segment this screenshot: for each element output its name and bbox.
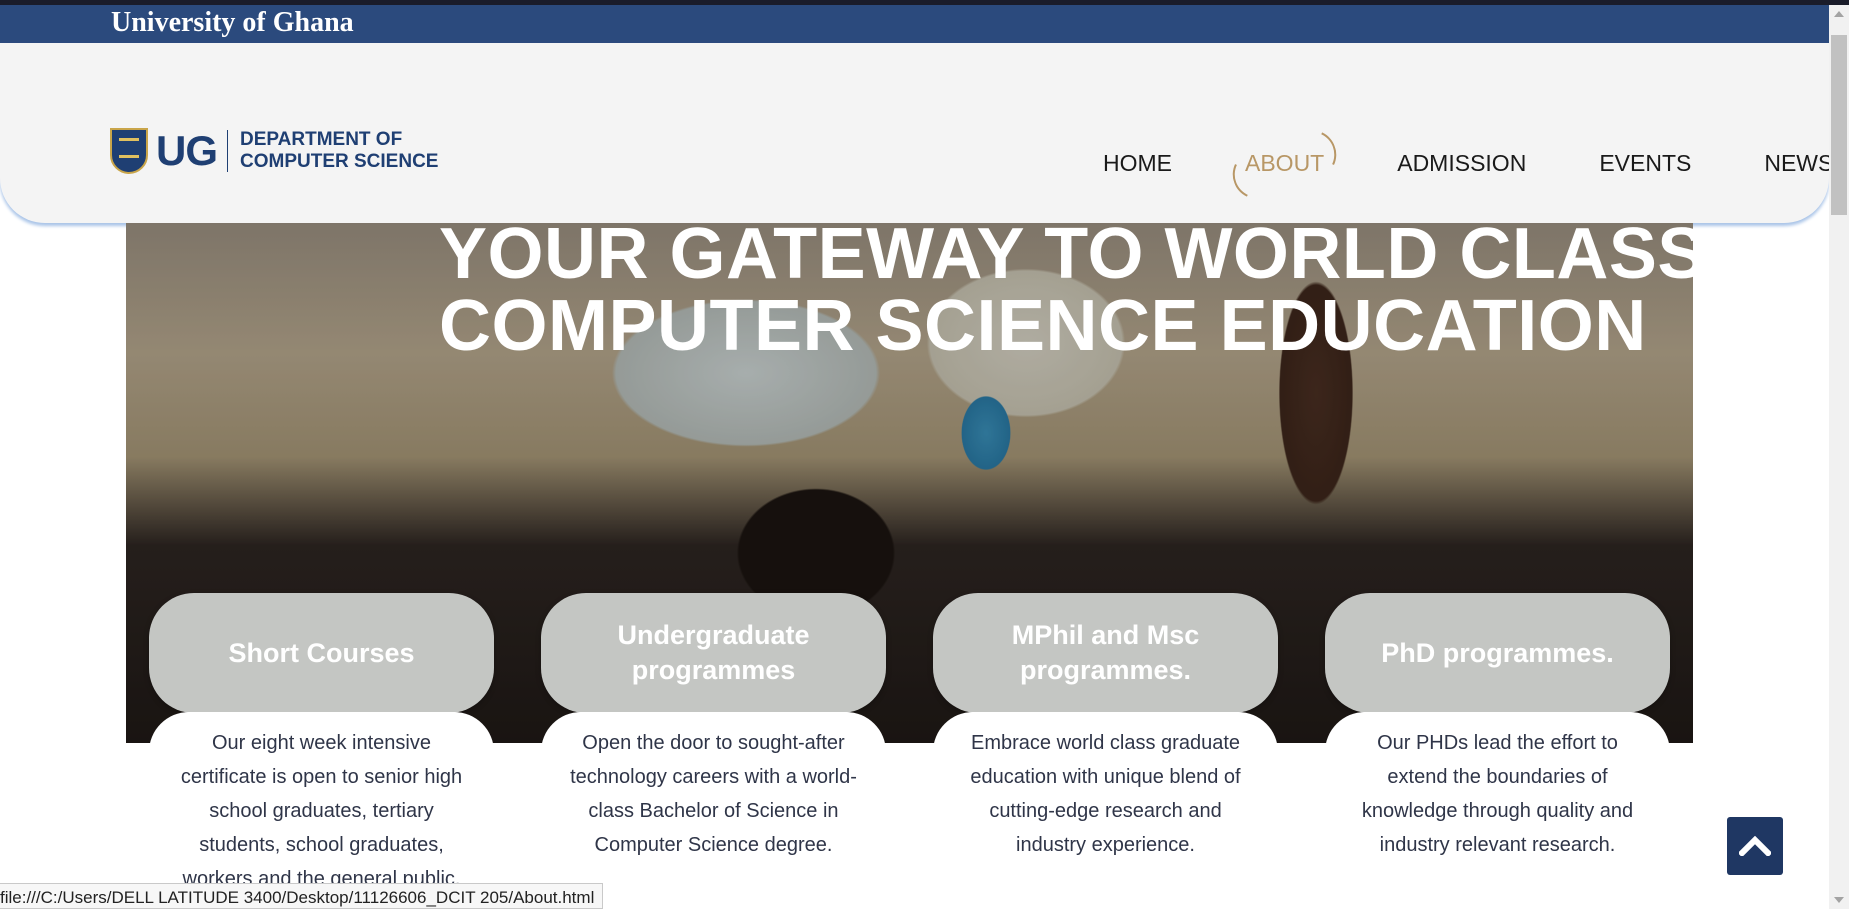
logo-divider bbox=[227, 130, 228, 172]
chevron-up-icon bbox=[1739, 836, 1771, 856]
brand-bar: University of Ghana bbox=[0, 5, 1829, 43]
program-card-short-courses[interactable]: Short Courses Our eight week intensive c… bbox=[149, 593, 494, 909]
site-header: UG DEPARTMENT OF COMPUTER SCIENCE HOME A… bbox=[0, 43, 1833, 223]
status-bar-url: file:///C:/Users/DELL LATITUDE 3400/Desk… bbox=[0, 883, 604, 909]
page: University of Ghana UG DEPARTMENT OF COM… bbox=[0, 0, 1849, 909]
scroll-up-arrow-icon[interactable] bbox=[1834, 11, 1844, 17]
hero-title-line1: YOUR GATEWAY TO WORLD CLASS bbox=[439, 223, 1693, 294]
logo-abbr: UG bbox=[156, 127, 218, 174]
scrollbar-thumb[interactable] bbox=[1831, 35, 1847, 215]
program-card-title[interactable]: MPhil and Msc programmes. bbox=[933, 593, 1278, 713]
nav-admission[interactable]: ADMISSION bbox=[1383, 150, 1540, 177]
university-name: University of Ghana bbox=[111, 7, 354, 38]
scroll-down-arrow-icon[interactable] bbox=[1834, 897, 1844, 903]
scroll-to-top-button[interactable] bbox=[1727, 817, 1783, 875]
program-card-phd[interactable]: PhD programmes. Our PHDs lead the effort… bbox=[1325, 593, 1670, 909]
hero-title: YOUR GATEWAY TO WORLD CLASS COMPUTER SCI… bbox=[439, 223, 1693, 362]
page-scrollbar[interactable] bbox=[1829, 5, 1849, 909]
nav-about[interactable]: ABOUT bbox=[1231, 150, 1338, 177]
logo-dept-name: DEPARTMENT OF COMPUTER SCIENCE bbox=[240, 129, 438, 173]
program-card-undergraduate[interactable]: Undergraduate programmes Open the door t… bbox=[541, 593, 886, 909]
main-nav: HOME ABOUT ADMISSION EVENTS NEWS bbox=[1090, 150, 1849, 177]
program-card-description: Our PHDs lead the effort to extend the b… bbox=[1325, 712, 1670, 909]
program-card-title[interactable]: Short Courses bbox=[149, 593, 494, 713]
nav-home[interactable]: HOME bbox=[1090, 150, 1186, 177]
hero-title-line2: COMPUTER SCIENCE EDUCATION bbox=[439, 286, 1647, 366]
program-card-title[interactable]: Undergraduate programmes bbox=[541, 593, 886, 713]
program-card-title[interactable]: PhD programmes. bbox=[1325, 593, 1670, 713]
program-card-description: Our eight week intensive certificate is … bbox=[149, 712, 494, 909]
logo-dept-line2: COMPUTER SCIENCE bbox=[240, 151, 439, 172]
crest-icon bbox=[110, 128, 148, 174]
nav-events[interactable]: EVENTS bbox=[1585, 150, 1705, 177]
program-card-description: Embrace world class graduate education w… bbox=[933, 712, 1278, 909]
logo-dept-line1: DEPARTMENT OF bbox=[240, 129, 403, 150]
department-logo[interactable]: UG DEPARTMENT OF COMPUTER SCIENCE bbox=[110, 126, 438, 176]
program-card-description: Open the door to sought-after technology… bbox=[541, 712, 886, 909]
program-card-mphil-msc[interactable]: MPhil and Msc programmes. Embrace world … bbox=[933, 593, 1278, 909]
